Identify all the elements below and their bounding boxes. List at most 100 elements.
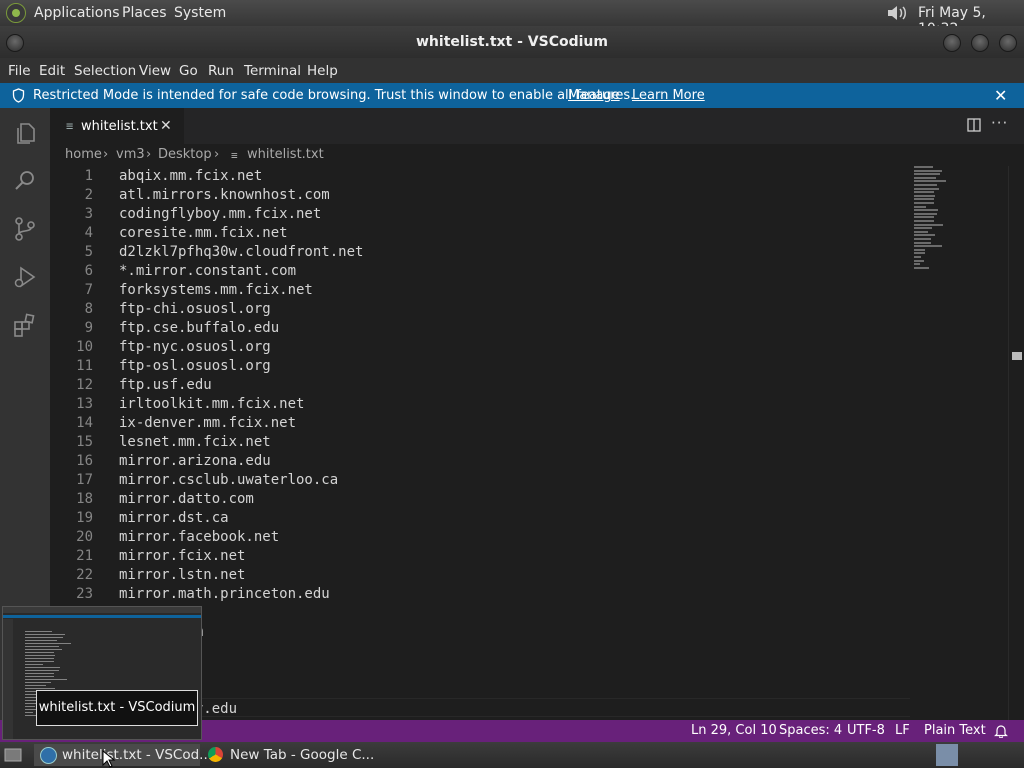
window-title-bar[interactable]: whitelist.txt - VSCodium — [0, 26, 1024, 58]
line-text[interactable]: d2lzkl7pfhq30w.cloudfront.net — [119, 244, 363, 260]
code-line[interactable]: 9 ftp.cse.buffalo.edu — [50, 318, 910, 337]
code-line[interactable]: 16 mirror.arizona.edu — [50, 451, 910, 470]
code-line[interactable]: 20 mirror.facebook.net — [50, 527, 910, 546]
tab-whitelist[interactable]: ≡ whitelist.txt ✕ — [50, 108, 184, 145]
line-text[interactable]: mirror.dst.ca — [119, 510, 229, 526]
line-text[interactable]: ftp.cse.buffalo.edu — [119, 320, 279, 336]
line-text[interactable]: mirror.csclub.uwaterloo.ca — [119, 472, 338, 488]
minimap-line — [914, 227, 932, 230]
line-text[interactable]: mirror.fcix.net — [119, 548, 245, 564]
manage-link[interactable]: Manage — [568, 88, 620, 103]
code-line[interactable]: 1 abqix.mm.fcix.net — [50, 166, 910, 185]
preview-line — [25, 688, 56, 689]
line-text[interactable]: lesnet.mm.fcix.net — [119, 434, 271, 450]
line-text[interactable]: forksystems.mm.fcix.net — [119, 282, 313, 298]
menu-view[interactable]: View — [139, 63, 171, 79]
minimap-line — [914, 238, 931, 240]
maximize-button[interactable] — [971, 34, 989, 52]
menu-terminal[interactable]: Terminal — [244, 63, 301, 79]
line-text[interactable]: mirror.datto.com — [119, 491, 254, 507]
search-icon[interactable] — [12, 168, 38, 194]
close-icon[interactable]: ✕ — [994, 86, 1007, 105]
code-line[interactable]: 15 lesnet.mm.fcix.net — [50, 432, 910, 451]
line-text[interactable]: irltoolkit.mm.fcix.net — [119, 396, 304, 412]
code-line[interactable]: 2 atl.mirrors.knownhost.com — [50, 185, 910, 204]
breadcrumb-home[interactable]: home — [65, 147, 102, 162]
extensions-icon[interactable] — [12, 312, 38, 338]
menu-run[interactable]: Run — [208, 63, 234, 79]
applications-menu[interactable]: Applications — [34, 5, 120, 21]
preview-line — [25, 658, 54, 659]
more-actions-icon[interactable]: ··· — [991, 114, 1008, 132]
line-text[interactable]: abqix.mm.fcix.net — [119, 168, 262, 184]
line-text[interactable]: ftp-nyc.osuosl.org — [119, 339, 271, 355]
code-line[interactable]: 11 ftp-osl.osuosl.org — [50, 356, 910, 375]
line-text[interactable]: mirror.math.princeton.edu — [119, 586, 330, 602]
learn-more-link[interactable]: Learn More — [632, 88, 705, 103]
tab-close-icon[interactable]: ✕ — [160, 118, 172, 134]
line-text[interactable]: atl.mirrors.knownhost.com — [119, 187, 330, 203]
line-text[interactable]: ix-denver.mm.fcix.net — [119, 415, 296, 431]
code-line[interactable]: 5 d2lzkl7pfhq30w.cloudfront.net — [50, 242, 910, 261]
explorer-icon[interactable] — [12, 120, 38, 146]
breadcrumb-desktop[interactable]: Desktop — [158, 147, 212, 162]
task-vscodium[interactable]: whitelist.txt - VSCod... — [34, 744, 212, 766]
breadcrumb-file[interactable]: whitelist.txt — [247, 147, 324, 162]
line-text[interactable]: codingflyboy.mm.fcix.net — [119, 206, 321, 222]
code-line[interactable]: 7 forksystems.mm.fcix.net — [50, 280, 910, 299]
line-text[interactable]: *.mirror.constant.com — [119, 263, 296, 279]
close-window-button[interactable] — [999, 34, 1017, 52]
indentation[interactable]: Spaces: 4 — [779, 723, 842, 738]
end-of-line[interactable]: LF — [895, 723, 910, 738]
code-line[interactable]: 14 ix-denver.mm.fcix.net — [50, 413, 910, 432]
distro-logo-icon[interactable] — [6, 3, 26, 23]
task-chrome[interactable]: New Tab - Google C... — [202, 744, 374, 766]
encoding[interactable]: UTF-8 — [847, 723, 885, 738]
line-text[interactable]: mirror.lstn.net — [119, 567, 245, 583]
breadcrumb-vm3[interactable]: vm3 — [116, 147, 145, 162]
vertical-scrollbar[interactable] — [1008, 166, 1024, 720]
preview-line — [25, 631, 53, 632]
code-line[interactable]: 12 ftp.usf.edu — [50, 375, 910, 394]
menu-help[interactable]: Help — [307, 63, 338, 79]
code-line[interactable]: 6 *.mirror.constant.com — [50, 261, 910, 280]
preview-line — [25, 664, 43, 665]
code-line[interactable]: 10 ftp-nyc.osuosl.org — [50, 337, 910, 356]
workspace-switcher-icon[interactable] — [936, 744, 958, 766]
split-editor-icon[interactable] — [967, 118, 981, 132]
code-line[interactable]: 21 mirror.fcix.net — [50, 546, 910, 565]
minimize-button[interactable] — [943, 34, 961, 52]
code-line[interactable]: 18 mirror.datto.com — [50, 489, 910, 508]
chrome-icon — [208, 747, 223, 762]
show-desktop-icon[interactable] — [2, 744, 24, 766]
code-line[interactable]: 13 irltoolkit.mm.fcix.net — [50, 394, 910, 413]
places-menu[interactable]: Places — [122, 5, 167, 21]
menu-selection[interactable]: Selection — [74, 63, 136, 79]
line-text[interactable]: ftp-chi.osuosl.org — [119, 301, 271, 317]
line-text[interactable]: mirror.facebook.net — [119, 529, 279, 545]
code-line[interactable]: 4 coresite.mm.fcix.net — [50, 223, 910, 242]
line-text[interactable]: mirror.arizona.edu — [119, 453, 271, 469]
minimap-line — [914, 180, 946, 183]
menu-go[interactable]: Go — [179, 63, 198, 79]
language-mode[interactable]: Plain Text — [924, 723, 986, 738]
cursor-position[interactable]: Ln 29, Col 10 — [691, 723, 777, 738]
system-menu[interactable]: System — [174, 5, 226, 21]
menu-file[interactable]: File — [8, 63, 31, 79]
menu-edit[interactable]: Edit — [39, 63, 65, 79]
code-line[interactable]: 8 ftp-chi.osuosl.org — [50, 299, 910, 318]
code-line[interactable]: 3 codingflyboy.mm.fcix.net — [50, 204, 910, 223]
line-text[interactable]: ftp-osl.osuosl.org — [119, 358, 271, 374]
line-text[interactable]: coresite.mm.fcix.net — [119, 225, 288, 241]
minimap[interactable] — [914, 166, 950, 276]
code-line[interactable]: 19 mirror.dst.ca — [50, 508, 910, 527]
notifications-bell-icon[interactable] — [994, 724, 1008, 738]
line-text[interactable]: ftp.usf.edu — [119, 377, 212, 393]
source-control-icon[interactable] — [12, 216, 38, 242]
scroll-thumb[interactable] — [1012, 352, 1022, 360]
code-line[interactable]: 22 mirror.lstn.net — [50, 565, 910, 584]
code-line[interactable]: 23 mirror.math.princeton.edu — [50, 584, 910, 603]
volume-icon[interactable] — [886, 4, 908, 22]
run-debug-icon[interactable] — [12, 264, 38, 290]
code-line[interactable]: 17 mirror.csclub.uwaterloo.ca — [50, 470, 910, 489]
